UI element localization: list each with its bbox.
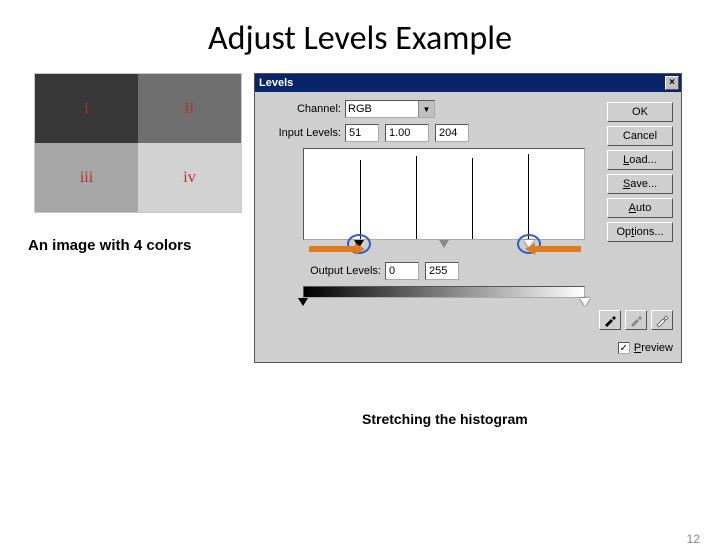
- eyedropper-black-icon[interactable]: [599, 310, 621, 330]
- eyedropper-gray-icon[interactable]: [625, 310, 647, 330]
- preview-label: Preview: [634, 342, 673, 354]
- caption-histogram: Stretching the histogram: [362, 411, 528, 427]
- close-button[interactable]: ×: [665, 76, 679, 90]
- output-white-slider[interactable]: [580, 298, 590, 306]
- annotation-arrow-left: [533, 246, 581, 252]
- output-gradient: [303, 286, 585, 298]
- channel-select[interactable]: RGB ▼: [345, 100, 435, 118]
- auto-button[interactable]: Auto: [607, 198, 673, 218]
- button-column: OK Cancel Load... Save... Auto Options..…: [607, 102, 673, 246]
- preview-checkbox[interactable]: ✓: [618, 342, 630, 354]
- quadrant-iv: iv: [138, 143, 241, 212]
- input-gamma-field[interactable]: 1.00: [385, 124, 429, 142]
- input-black-field[interactable]: 51: [345, 124, 379, 142]
- quadrant-i: i: [35, 74, 138, 143]
- channel-label: Channel:: [263, 103, 341, 115]
- output-black-slider[interactable]: [298, 298, 308, 306]
- input-black-slider[interactable]: [354, 240, 364, 248]
- load-button[interactable]: Load...: [607, 150, 673, 170]
- input-white-field[interactable]: 204: [435, 124, 469, 142]
- output-slider-track[interactable]: [303, 298, 585, 310]
- quadrant-ii: ii: [138, 74, 241, 143]
- caption-image: An image with 4 colors: [28, 237, 191, 254]
- output-levels-label: Output Levels:: [263, 265, 381, 277]
- four-color-image: i ii iii iv: [34, 73, 242, 213]
- input-slider-track[interactable]: [303, 240, 585, 252]
- eyedropper-white-icon[interactable]: [651, 310, 673, 330]
- output-white-field[interactable]: 255: [425, 262, 459, 280]
- channel-value: RGB: [348, 103, 372, 115]
- save-button[interactable]: Save...: [607, 174, 673, 194]
- quadrant-iii: iii: [35, 143, 138, 212]
- annotation-arrow-right: [309, 246, 357, 252]
- cancel-button[interactable]: Cancel: [607, 126, 673, 146]
- input-gamma-slider[interactable]: [439, 240, 449, 248]
- dialog-title-text: Levels: [259, 77, 293, 89]
- dialog-titlebar: Levels ×: [255, 74, 681, 92]
- levels-dialog: Levels × Channel: RGB ▼ Input Levels: 51…: [254, 73, 682, 363]
- ok-button[interactable]: OK: [607, 102, 673, 122]
- chevron-down-icon: ▼: [418, 101, 434, 117]
- options-button[interactable]: Options...: [607, 222, 673, 242]
- input-white-slider[interactable]: [524, 240, 534, 248]
- page-number: 12: [687, 532, 700, 546]
- output-black-field[interactable]: 0: [385, 262, 419, 280]
- input-levels-label: Input Levels:: [263, 127, 341, 139]
- histogram: [303, 148, 585, 240]
- slide-title: Adjust Levels Example: [0, 18, 720, 59]
- eyedropper-row: [599, 310, 673, 330]
